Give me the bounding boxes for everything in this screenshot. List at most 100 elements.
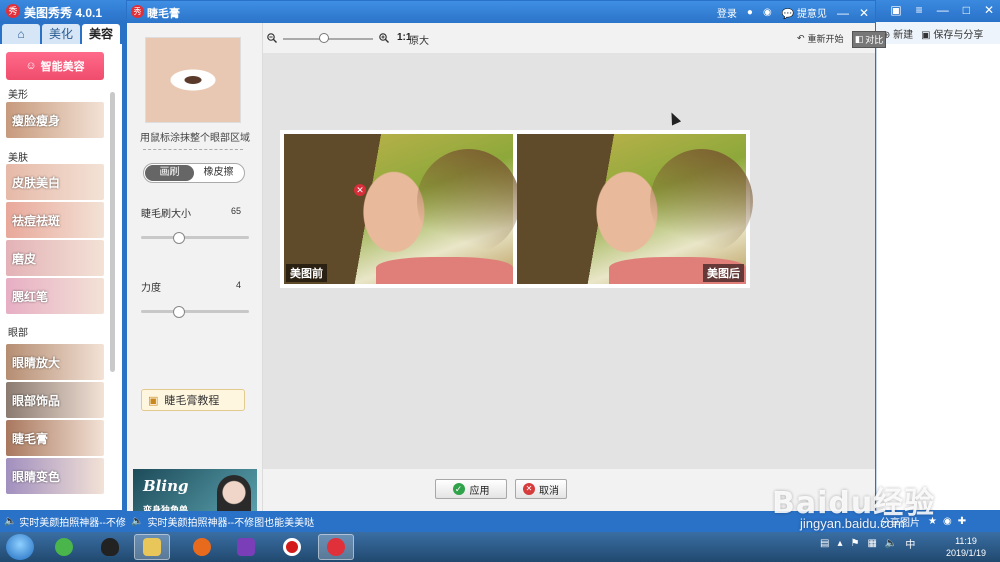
qq-app-icon (101, 538, 119, 556)
new-button[interactable]: ⊕ 新建 (882, 26, 913, 41)
window-controls: ▣ ≡ — □ ✕ (890, 3, 994, 17)
chat-icon[interactable]: ▣ (890, 3, 901, 17)
brush-size-label: 睫毛刷大小 (141, 209, 191, 220)
taskbar-app-browser[interactable] (46, 534, 82, 560)
tool-options-panel: 用鼠标涂抹整个眼部区域 画刷 橡皮擦 睫毛刷大小 65 力度 4 ▣ 睫毛膏教程… (127, 23, 263, 531)
sidebar-item-slim-face[interactable]: 瘦脸瘦身 (6, 102, 104, 138)
box-icon: ▣ (148, 394, 159, 407)
dialog-minimize-button[interactable]: — (837, 7, 849, 19)
clock-date: 2019/1/19 (945, 548, 987, 558)
tab-home[interactable]: ⌂ (2, 24, 40, 44)
strength-slider[interactable] (141, 310, 249, 313)
sidebar-item-blush[interactable]: 腮红笔 (6, 278, 104, 314)
close-button[interactable]: ✕ (984, 3, 994, 17)
eraser-mode-button[interactable]: 橡皮擦 (194, 165, 243, 181)
dialog-status-bar: 🔈 实时美颜拍照神器--不修图也能美美哒 (127, 511, 875, 531)
sidebar-scrollbar[interactable] (110, 92, 115, 372)
sidebar-item-acne[interactable]: 祛痘祛斑 (6, 202, 104, 238)
video-app-icon (237, 538, 255, 556)
dialog-title: 睫毛膏 (147, 8, 180, 20)
face-icon: ☺ (25, 60, 37, 72)
weibo-login-icon[interactable]: ◉ (763, 7, 772, 18)
sidebar-item-eye-decor[interactable]: 眼部饰品 (6, 382, 104, 418)
after-label: 美图后 (703, 264, 744, 282)
chevron-up-icon[interactable]: ▴ (837, 538, 842, 549)
keyboard-icon[interactable]: ▤ (820, 538, 829, 549)
minimize-button[interactable]: — (937, 3, 949, 17)
tab-beautify[interactable]: 美化 (42, 24, 80, 44)
taskbar-app-video[interactable] (228, 534, 264, 560)
ime-icon[interactable]: 中 (905, 536, 915, 551)
maximize-button[interactable]: □ (963, 3, 970, 17)
volume-icon[interactable]: 🔈 (885, 538, 897, 549)
sidebar-item-mascara[interactable]: 睫毛膏 (6, 420, 104, 456)
compare-button[interactable]: ◧ 对比 (852, 31, 886, 48)
brush-size-slider[interactable] (141, 236, 249, 239)
strength-label: 力度 (141, 283, 161, 294)
feedback-button[interactable]: 💬 提意见 (782, 5, 827, 20)
dialog-close-button[interactable]: ✕ (859, 7, 869, 19)
taskbar-app-explorer[interactable] (134, 534, 170, 560)
start-button[interactable] (6, 534, 34, 560)
compare-label: 对比 (865, 35, 884, 45)
zoom-out-icon[interactable] (267, 33, 277, 43)
save-share-button[interactable]: ▣ 保存与分享 (921, 26, 983, 41)
close-compare-icon[interactable]: ✕ (354, 184, 366, 196)
apply-button[interactable]: ✓ 应用 (435, 479, 507, 499)
sidebar-item-eye-color[interactable]: 眼睛变色 (6, 458, 104, 494)
sidebar-item-whiten[interactable]: 皮肤美白 (6, 164, 104, 200)
brush-size-value: 65 (230, 206, 241, 216)
login-link[interactable]: 登录 (717, 5, 737, 20)
watermark-url: jingyan.baidu.com (800, 516, 905, 531)
sidebar-item-eye-enlarge[interactable]: 眼睛放大 (6, 344, 104, 380)
restart-button[interactable]: ↶ 重新开始 (797, 32, 844, 45)
smart-beauty-label: 智能美容 (40, 61, 85, 73)
right-toolbar: ⊕ 新建 ▣ 保存与分享 (876, 22, 1000, 44)
feedback-label: 提意见 (796, 9, 827, 20)
folder-icon (143, 538, 161, 556)
brush-mode-toggle: 画刷 橡皮擦 (143, 163, 245, 183)
ad-title: Bling (143, 477, 189, 495)
tab-beauty[interactable]: 美容 (82, 24, 120, 44)
smart-beauty-button[interactable]: ☺ 智能美容 (6, 52, 104, 80)
undo-icon: ↶ (797, 33, 805, 43)
right-panel (876, 44, 1000, 510)
cancel-button[interactable]: ✕ 取消 (515, 479, 567, 499)
app-logo-icon: 秀 (6, 4, 20, 18)
plus-icon[interactable]: ✚ (958, 516, 966, 527)
speaker-icon: 🔈 (131, 515, 144, 527)
strength-slider-thumb[interactable] (172, 306, 185, 318)
qq-icon[interactable]: ● (747, 7, 753, 18)
meitu-app-icon (327, 538, 345, 556)
tutorial-label: 睫毛膏教程 (164, 395, 220, 407)
app-status-bar: 🔈 实时美颜拍照神器--不修图 (0, 510, 126, 532)
firefox-icon (193, 538, 211, 556)
speaker-icon: 🔈 (4, 515, 20, 527)
network-icon[interactable]: ▦ (867, 538, 876, 549)
divider (143, 149, 243, 150)
taskbar-app-firefox[interactable] (184, 534, 220, 560)
dialog-status-text[interactable]: 实时美颜拍照神器--不修图也能美美哒 (147, 514, 314, 529)
taskbar-app-qq[interactable] (92, 534, 128, 560)
zoom-in-icon[interactable] (379, 33, 389, 43)
tutorial-button[interactable]: ▣ 睫毛膏教程 (141, 389, 245, 411)
brush-size-slider-thumb[interactable] (172, 232, 185, 244)
sidebar-item-smooth[interactable]: 磨皮 (6, 240, 104, 276)
menu-icon[interactable]: ≡ (916, 3, 923, 17)
brush-hint: 用鼠标涂抹整个眼部区域 (140, 133, 250, 144)
flag-icon[interactable]: ⚑ (850, 538, 859, 549)
mascara-dialog: 秀 睫毛膏 登录 ● ◉ 💬 提意见 — ✕ 用鼠标涂抹整个眼部区域 画刷 橡皮… (126, 0, 886, 532)
original-size-label[interactable]: 原大 (409, 32, 429, 47)
brush-mode-button[interactable]: 画刷 (145, 165, 194, 181)
save-share-label: 保存与分享 (933, 29, 984, 41)
taskbar-app-meitu[interactable] (318, 534, 354, 560)
compare-icon: ◧ (854, 34, 864, 44)
cancel-icon: ✕ (523, 483, 535, 495)
hair-shape (649, 149, 753, 254)
taskbar-app-recorder[interactable] (274, 534, 310, 560)
weibo-icon[interactable]: ◉ (943, 516, 952, 527)
zoom-slider-thumb[interactable] (318, 33, 329, 43)
section-eye: 眼部 (8, 328, 28, 339)
app-status-text: 实时美颜拍照神器--不修图 (19, 517, 126, 529)
system-clock[interactable]: 11:19 2019/1/19 (938, 535, 994, 559)
